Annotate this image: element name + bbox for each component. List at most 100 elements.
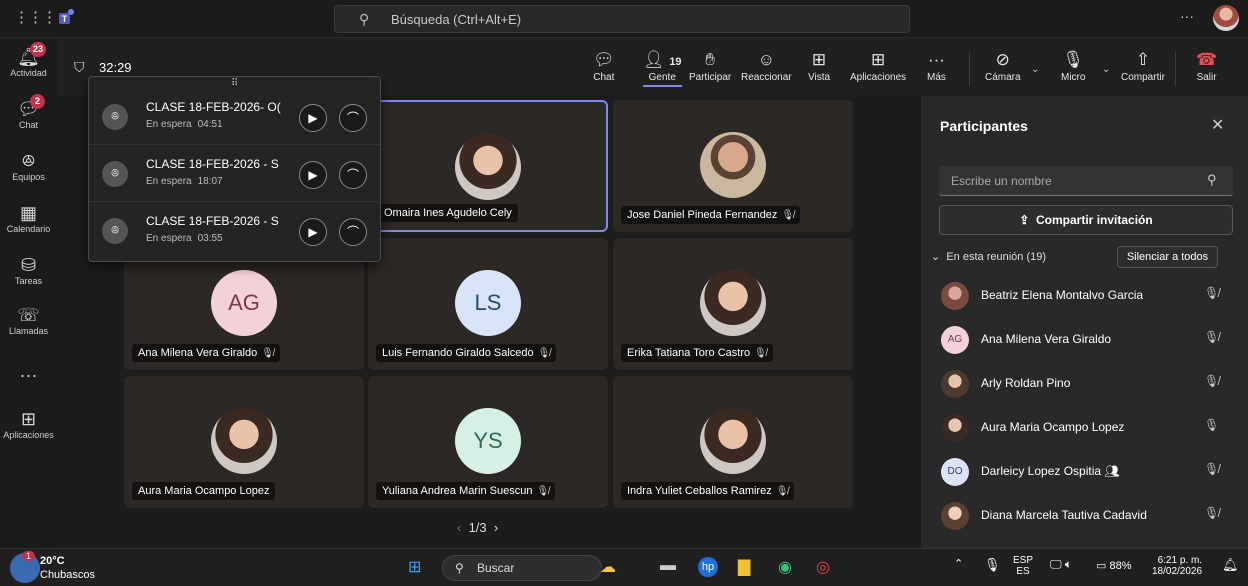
- file-explorer-icon[interactable]: ▇: [738, 557, 750, 577]
- language-indicator[interactable]: ESP ES: [1013, 555, 1033, 577]
- toolbar-divider: [969, 52, 970, 86]
- participant-photo: [700, 408, 766, 474]
- participant-row[interactable]: AG Ana Milena Vera Giraldo 🎙︎̸: [921, 318, 1248, 362]
- battery-indicator[interactable]: ▭ 88%: [1096, 559, 1132, 572]
- microphone-tray-icon[interactable]: 🎙︎: [984, 557, 1001, 573]
- video-tile[interactable]: Erika Tatiana Toro Castro 🎙︎̸: [613, 238, 853, 370]
- people-button[interactable]: 👤︎ 19 Gente: [643, 48, 682, 87]
- clock[interactable]: 6:21 p. m. 18/02/2026: [1152, 555, 1202, 577]
- rail-apps[interactable]: ⊞ Aplicaciones: [0, 408, 57, 440]
- video-tile[interactable]: Jose Daniel Pineda Fernandez 🎙︎̸: [613, 100, 853, 232]
- tile-name-label: Ana Milena Vera Giraldo 🎙︎̸: [132, 344, 280, 362]
- mic-button[interactable]: 🎙︎ Micro: [1061, 48, 1085, 83]
- video-tile[interactable]: YS Yuliana Andrea Marin Suescun 🎙︎̸: [368, 376, 608, 508]
- tile-name: Aura Maria Ocampo Lopez: [138, 485, 270, 497]
- video-tile-speaking[interactable]: Omaira Ines Agudelo Cely: [368, 100, 608, 232]
- drag-handle-icon[interactable]: ⠿: [231, 78, 238, 89]
- clock-time: 6:21 p. m.: [1157, 555, 1203, 566]
- view-button[interactable]: ⊞ Vista: [808, 48, 830, 83]
- chrome-browser-icon[interactable]: ◎: [816, 557, 830, 577]
- mic-off-icon: 🎙︎̸: [1204, 506, 1220, 520]
- mic-off-icon: 🎙︎̸: [775, 486, 789, 497]
- share-invite-button[interactable]: ⇪ Compartir invitación: [939, 205, 1233, 235]
- rail-more[interactable]: ···: [0, 364, 57, 386]
- more-options-icon[interactable]: ···: [1180, 8, 1194, 24]
- meeting-icon: ꔮ: [102, 218, 128, 244]
- battery-level: 88%: [1109, 560, 1132, 572]
- app-rail: 🔔︎ 23 Actividad 💬︎ 2 Chat ꔮ Equipos ▦ Ca…: [0, 38, 57, 548]
- weather-badge: 1: [22, 551, 36, 561]
- in-meeting-section-toggle[interactable]: ⌄ En esta reunión (19): [931, 250, 1046, 263]
- resume-button[interactable]: ▶: [299, 218, 327, 246]
- notifications-icon[interactable]: 🔔︎: [1222, 557, 1239, 573]
- search-box[interactable]: ⚲ Búsqueda (Ctrl+Alt+E): [334, 5, 910, 33]
- chat-button[interactable]: 💬︎ Chat: [593, 48, 615, 83]
- camera-options-chevron-icon[interactable]: ⌄: [1031, 64, 1039, 75]
- mic-options-chevron-icon[interactable]: ⌄: [1102, 64, 1110, 75]
- windows-start-icon[interactable]: ⊞: [408, 557, 421, 577]
- apps-button[interactable]: ⊞ Aplicaciones: [850, 48, 906, 83]
- show-hidden-icons-chevron-icon[interactable]: ⌃: [954, 557, 963, 570]
- resume-button[interactable]: ▶: [299, 104, 327, 132]
- teams-logo-icon: T: [59, 9, 74, 24]
- taskbar-search-label: Buscar: [477, 561, 515, 575]
- rail-calls[interactable]: ☏ Llamadas: [0, 304, 57, 336]
- toolbar-divider: [1175, 52, 1176, 86]
- participant-row[interactable]: Aura Maria Ocampo Lopez 🎙︎: [921, 406, 1248, 450]
- page-indicator: 1/3: [468, 520, 487, 535]
- rail-label: Calendario: [6, 224, 51, 234]
- rail-calendar[interactable]: ▦ Calendario: [0, 202, 57, 234]
- edge-browser-icon[interactable]: ◉: [778, 557, 792, 577]
- task-view-icon[interactable]: ▬: [660, 557, 676, 575]
- camera-button[interactable]: ⊘ Cámara: [985, 48, 1021, 83]
- video-tile[interactable]: Indra Yuliet Ceballos Ramirez 🎙︎̸: [613, 376, 853, 508]
- participant-row[interactable]: Diana Marcela Tautiva Cadavid 🎙︎̸: [921, 494, 1248, 538]
- search-icon: ⚲: [1207, 172, 1217, 187]
- taskbar-search[interactable]: ⚲ Buscar: [442, 555, 602, 581]
- resume-button[interactable]: ▶: [299, 161, 327, 189]
- participant-row[interactable]: DO Darleicy Lopez Ospitia 👥︎ 🎙︎̸: [921, 450, 1248, 494]
- apps-label: Aplicaciones: [850, 72, 907, 83]
- leave-label: Salir: [1196, 72, 1217, 83]
- rail-teams[interactable]: ꔮ Equipos: [0, 150, 57, 182]
- hp-app-icon[interactable]: hp: [698, 557, 718, 577]
- apps-icon: ⊞: [20, 409, 37, 429]
- mic-label: Micro: [1061, 72, 1086, 83]
- participant-photo: [700, 132, 766, 198]
- mic-off-icon: 🎙︎̸: [1204, 330, 1220, 344]
- meeting-icon: ꔮ: [102, 161, 128, 187]
- react-button[interactable]: ☺ Reaccionar: [741, 48, 792, 83]
- rail-label: Equipos: [12, 172, 45, 182]
- view-icon: ⊞: [811, 50, 827, 69]
- participant-search-input[interactable]: Escribe un nombre ⚲: [939, 166, 1233, 196]
- end-call-button[interactable]: ⌒: [339, 104, 367, 132]
- rail-activity[interactable]: 🔔︎ 23 Actividad: [0, 42, 57, 78]
- app-launcher-icon[interactable]: ⋮⋮⋮: [14, 8, 57, 26]
- network-volume-icon[interactable]: 🖵 🔈︎: [1050, 557, 1072, 572]
- rail-tasks[interactable]: ⛁ Tareas: [0, 254, 57, 286]
- end-call-button[interactable]: ⌒: [339, 161, 367, 189]
- share-button[interactable]: ⇧ Compartir: [1121, 48, 1165, 83]
- section-label: En esta reunión (19): [946, 251, 1047, 263]
- rail-chat[interactable]: 💬︎ 2 Chat: [0, 94, 57, 130]
- more-button[interactable]: ··· Más: [927, 48, 946, 83]
- raise-hand-button[interactable]: ✋︎ Participar: [689, 48, 731, 83]
- next-page-chevron-icon[interactable]: ›: [494, 520, 498, 535]
- held-call-row: ꔮ CLASE 18-FEB-2026 - S En espera 03:55 ▶…: [89, 203, 380, 259]
- prev-page-chevron-icon[interactable]: ‹: [457, 520, 461, 535]
- leave-button[interactable]: ☎︎ Salir: [1196, 48, 1217, 83]
- video-tile[interactable]: LS Luis Fernando Giraldo Salcedo 🎙︎̸: [368, 238, 608, 370]
- mute-all-button[interactable]: Silenciar a todos: [1117, 246, 1218, 268]
- end-call-button[interactable]: ⌒: [339, 218, 367, 246]
- widgets-icon[interactable]: ☁: [600, 557, 616, 577]
- tile-name: Erika Tatiana Toro Castro: [627, 347, 751, 359]
- participant-initials: LS: [455, 270, 521, 336]
- participant-row[interactable]: Arly Roldan Pino 🎙︎̸: [921, 362, 1248, 406]
- video-tile[interactable]: Aura Maria Ocampo Lopez: [124, 376, 364, 508]
- shield-icon: ⛉: [74, 59, 85, 75]
- search-placeholder: Búsqueda (Ctrl+Alt+E): [391, 12, 522, 27]
- close-icon[interactable]: ✕: [1211, 115, 1224, 135]
- user-avatar[interactable]: [1213, 5, 1239, 31]
- participant-row[interactable]: Beatriz Elena Montalvo Garcia 🎙︎̸: [921, 274, 1248, 318]
- participant-name: Darleicy Lopez Ospitia 👥︎: [981, 464, 1120, 478]
